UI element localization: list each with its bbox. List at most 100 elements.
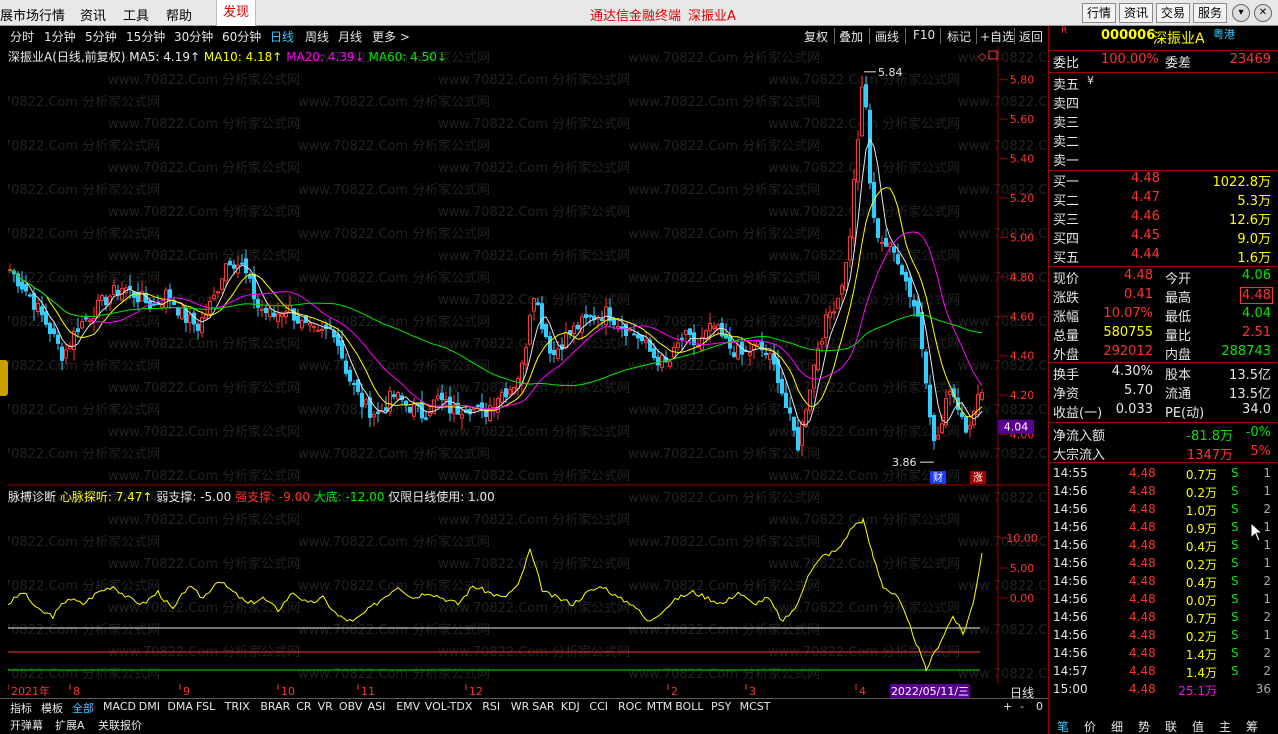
indicator-tab[interactable]: FSL [196, 700, 215, 713]
zoom-out-button[interactable]: - [1020, 700, 1024, 713]
menu-tools[interactable]: 工具 [123, 5, 149, 24]
bid-row[interactable]: 买三 4.46 12.6万 [1049, 209, 1277, 228]
indicator-tab[interactable]: ROC [618, 700, 642, 713]
menu-news[interactable]: 资讯 [80, 5, 106, 24]
reset-zoom-button[interactable]: 0 [1036, 700, 1043, 713]
indicator-tab[interactable]: 全部 [72, 700, 94, 716]
candle-body [540, 303, 544, 330]
watermark-text: www.70822.Com 分析家公式网 [958, 182, 1048, 198]
indicator-tab[interactable]: MACD [103, 700, 136, 713]
candle-body [112, 284, 116, 296]
price-tick-label: 4.80 [1010, 271, 1035, 284]
close-icon[interactable]: ✕ [1254, 4, 1272, 22]
indicator-tab[interactable]: MCST [740, 700, 771, 713]
panel-tab[interactable]: 主 [1219, 718, 1231, 734]
toolbar-news-button[interactable]: 资讯 [1119, 3, 1154, 23]
panel-tab[interactable]: 筹 [1246, 718, 1258, 734]
watermark-text: www.70822.Com 分析家公式网 [628, 50, 820, 66]
watermark-text: www.70822.Com 分析家公式网 [298, 578, 490, 594]
bid-row[interactable]: 买一 4.48 1022.8万 [1049, 171, 1277, 190]
bid-row[interactable]: 买四 4.45 9.0万 [1049, 228, 1277, 247]
divider [1049, 266, 1277, 267]
indicator-tab[interactable]: DMI [139, 700, 160, 713]
indicator-tab[interactable]: CCI [589, 700, 608, 713]
indicator-tab[interactable]: MTM [647, 700, 673, 713]
period-tab-daily[interactable]: 日线 [270, 28, 294, 45]
panel-tab[interactable]: 势 [1138, 718, 1150, 734]
f10-button[interactable]: F10 [913, 28, 935, 42]
menu-market[interactable]: 展市场行情 [0, 5, 65, 24]
indicator-tab[interactable]: CR [296, 700, 311, 713]
period-tab-more[interactable]: 更多 > [372, 28, 410, 45]
indicator-tab[interactable]: VR [318, 700, 333, 713]
left-panel-handle[interactable] [0, 360, 8, 396]
indicator-tab[interactable]: EMV [396, 700, 420, 713]
toolbar-quote-button[interactable]: 行情 [1082, 3, 1117, 23]
period-tab-15min[interactable]: 15分钟 [126, 28, 165, 45]
period-tab-60min[interactable]: 60分钟 [222, 28, 261, 45]
indicator-tab[interactable]: WR [511, 700, 530, 713]
zoom-in-button[interactable]: + [1003, 700, 1012, 713]
toolbar-separator [834, 28, 835, 44]
tick-count: 1 [1263, 538, 1271, 552]
overlay-button[interactable]: 叠加 [839, 28, 863, 45]
draw-line-button[interactable]: 画线 [875, 28, 899, 45]
period-tab-fenshi[interactable]: 分时 [10, 28, 34, 45]
tick-side: S [1231, 664, 1239, 678]
chart-info-line: 深振业A(日线,前复权) MA5: 4.19↑ MA10: 4.18↑ MA20… [8, 48, 447, 65]
watermark-text: www.70822.Com 分析家公式网 [298, 622, 490, 638]
tick-row: 14:56 4.48 0.7万 S 2 [1049, 610, 1277, 628]
panel-tab[interactable]: 笔 [1057, 718, 1069, 734]
indicator-tab[interactable]: BRAR [260, 700, 290, 713]
kline-chart[interactable]: www.70822.Com 分析家公式网 www.70822.Com 分析家公式网… [8, 46, 1048, 486]
restore-right-button[interactable]: 复权 [804, 28, 828, 45]
add-watchlist-button[interactable]: +自选 [980, 28, 1014, 45]
period-tab-30min[interactable]: 30分钟 [174, 28, 213, 45]
candle-body [360, 392, 364, 408]
back-button[interactable]: 返回 [1019, 28, 1043, 45]
indicator-tab[interactable]: OBV [339, 700, 362, 713]
indicator-tab[interactable]: PSY [711, 700, 731, 713]
indicator-tab[interactable]: ASI [368, 700, 386, 713]
ask-extra: ¥ [1087, 74, 1094, 87]
minimize-icon[interactable]: ▾ [1232, 4, 1250, 22]
candle-body [896, 254, 900, 265]
candle-body [372, 413, 376, 418]
period-tab-weekly[interactable]: 周线 [305, 28, 329, 45]
indicator-tab[interactable]: 模板 [41, 700, 63, 716]
diamond-icon[interactable]: ◇ [978, 50, 987, 63]
candle-body [196, 323, 200, 331]
candle-body [444, 399, 448, 402]
menu-help[interactable]: 帮助 [166, 5, 192, 24]
toolbar-service-button[interactable]: 服务 [1193, 3, 1228, 23]
indicator-chart[interactable]: www.70822.Com 分析家公式网 www.70822.Com 分析家公式网… [8, 486, 1048, 686]
menu-discover[interactable]: 发现 [216, 0, 257, 26]
danmaku-tab[interactable]: 开弹幕 [10, 717, 43, 733]
indicator-tab[interactable]: SAR [532, 700, 554, 713]
panel-tab[interactable]: 价 [1084, 718, 1096, 734]
tick-side: S [1231, 592, 1239, 606]
bid-row[interactable]: 买二 4.47 5.3万 [1049, 190, 1277, 209]
indicator-tab[interactable]: TRIX [225, 700, 250, 713]
related-quote-tab[interactable]: 关联报价 [98, 717, 142, 733]
watermark-text: www.70822.Com 分析家公式网 [298, 94, 490, 110]
indicator-tab[interactable]: BOLL [675, 700, 703, 713]
panel-tab[interactable]: 联 [1165, 718, 1177, 734]
period-tab-monthly[interactable]: 月线 [338, 28, 362, 45]
flow-value: 1347万 [1186, 448, 1233, 463]
panel-tab[interactable]: 细 [1111, 718, 1123, 734]
period-tab-1min[interactable]: 1分钟 [44, 28, 76, 45]
candle-body [644, 339, 648, 344]
indicator-tab[interactable]: KDJ [561, 700, 580, 713]
panel-tab[interactable]: 值 [1192, 718, 1204, 734]
bid-row[interactable]: 买五 4.44 1.6万 [1049, 247, 1277, 266]
indicator-tab[interactable]: RSI [482, 700, 500, 713]
tick-price: 4.48 [1129, 664, 1156, 678]
mark-button[interactable]: 标记 [947, 28, 971, 45]
indicator-tab[interactable]: VOL-TDX [425, 700, 473, 713]
toolbar-trade-button[interactable]: 交易 [1156, 3, 1191, 23]
period-tab-5min[interactable]: 5分钟 [85, 28, 117, 45]
indicator-tab[interactable]: DMA [167, 700, 193, 713]
extend-a-tab[interactable]: 扩展A [55, 717, 85, 733]
indicator-tab[interactable]: 指标 [10, 700, 32, 716]
